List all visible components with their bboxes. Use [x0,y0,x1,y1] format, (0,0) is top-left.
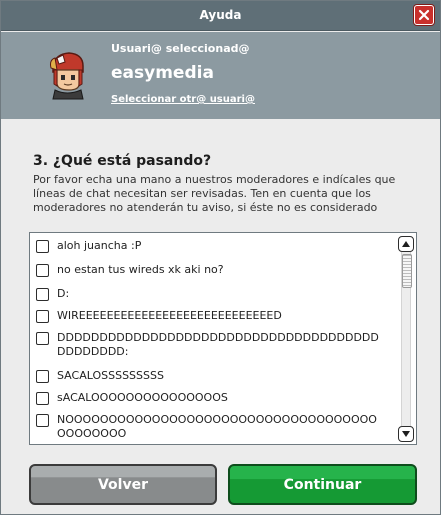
chat-line-checkbox[interactable] [36,392,49,405]
arrow-down-icon [402,431,410,437]
close-button[interactable] [414,5,434,25]
selected-user-name: easymedia [111,63,214,83]
question-heading: 3. ¿Qué está pasando? [33,153,212,169]
chat-line-item[interactable]: NOOOOOOOOOOOOOOOOOOOOOOOOOOOOOOOOOOOOOOO… [36,413,396,441]
chat-line-item[interactable]: sACALOOOOOOOOOOOOOOOS [36,391,396,405]
chat-line-item[interactable]: SACALOSSSSSSSSS [36,369,396,383]
selected-user-panel: Usuari@ seleccionad@ easymedia Seleccion… [1,32,440,119]
select-other-user-link[interactable]: Seleccionar otr@ usuari@ [111,94,255,105]
chat-line-checkbox[interactable] [36,332,49,345]
chat-line-item[interactable]: WIREEEEEEEEEEEEEEEEEEEEEEEEEEEED [36,309,396,323]
avatar-character-icon [50,52,84,100]
chat-line-text: SACALOSSSSSSSSS [57,369,164,382]
window-title: Ayuda [199,8,242,22]
chat-line-checkbox[interactable] [36,370,49,383]
chat-line-item[interactable]: no estan tus wireds xk aki no? [36,263,396,277]
chat-line-item[interactable]: D: [36,287,396,301]
help-window: Ayuda Usuari@ seleccionad@ easymedia Sel [0,0,441,515]
chat-line-text: sACALOOOOOOOOOOOOOOOS [57,391,228,404]
scroll-down-button[interactable] [398,426,414,442]
chat-list-scrollbar[interactable] [398,236,414,442]
chat-line-checkbox[interactable] [36,310,49,323]
chat-line-item[interactable]: DDDDDDDDDDDDDDDDDDDDDDDDDDDDDDDDDDDDDDDD… [36,331,396,359]
chat-line-text: no estan tus wireds xk aki no? [57,263,224,276]
chat-line-checkbox[interactable] [36,240,49,253]
scroll-thumb[interactable] [402,254,412,288]
question-instructions: Por favor echa una mano a nuestros moder… [33,173,396,214]
chat-line-text: WIREEEEEEEEEEEEEEEEEEEEEEEEEEEED [57,309,282,322]
chat-line-text: D: [57,287,70,300]
selected-user-label: Usuari@ seleccionad@ [111,42,250,55]
scroll-track[interactable] [401,252,412,426]
chat-line-checkbox[interactable] [36,264,49,277]
arrow-up-icon [402,241,410,247]
chat-line-checkbox[interactable] [36,414,49,427]
close-x-icon [418,9,430,21]
continue-button[interactable]: Continuar [228,464,417,505]
chat-lines-list[interactable]: aloh juancha :P no estan tus wireds xk a… [29,232,417,445]
chat-line-text: NOOOOOOOOOOOOOOOOOOOOOOOOOOOOOOOOOOOOOOO… [57,413,377,440]
chat-line-checkbox[interactable] [36,288,49,301]
back-button[interactable]: Volver [29,464,217,505]
title-bar[interactable]: Ayuda [1,1,440,31]
chat-line-text: DDDDDDDDDDDDDDDDDDDDDDDDDDDDDDDDDDDDDDDD… [57,331,379,358]
scroll-up-button[interactable] [398,236,414,252]
chat-line-item[interactable]: aloh juancha :P [36,239,396,253]
chat-line-text: aloh juancha :P [57,239,142,252]
